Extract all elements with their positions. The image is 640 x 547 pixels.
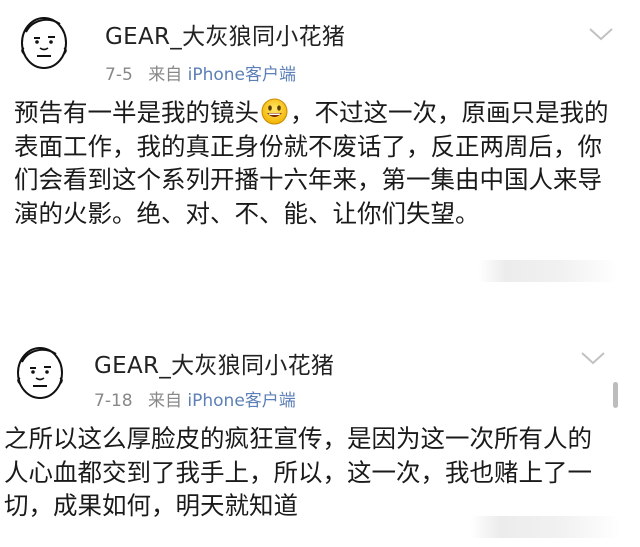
- weibo-post-2: GEAR_大灰狼同小花猪 7-18 来自 iPhone客户端 之所以这么厚脸皮的…: [0, 330, 640, 547]
- blurred-watermark: [478, 260, 618, 282]
- weibo-post-1: GEAR_大灰狼同小花猪 7-5 来自 iPhone客户端 预告有一半是我的镜头…: [0, 0, 640, 320]
- post-meta: 7-5 来自 iPhone客户端: [105, 60, 296, 85]
- post-content-part: 预告有一半是我的镜头: [14, 98, 259, 127]
- avatar[interactable]: [18, 14, 70, 70]
- source-client-link[interactable]: iPhone客户端: [188, 65, 296, 85]
- avatar[interactable]: [14, 344, 66, 400]
- post-content: 之所以这么厚脸皮的疯狂宣传，是因为这一次所有人的人心血都交到了我手上，所以，这一…: [4, 424, 592, 520]
- source-prefix: 来自: [148, 65, 183, 85]
- doodle-face-avatar-icon: [21, 17, 67, 69]
- chevron-down-icon[interactable]: [580, 350, 606, 366]
- chevron-down-icon[interactable]: [588, 26, 614, 42]
- blurred-watermark: [470, 516, 620, 538]
- scrollbar[interactable]: [613, 382, 618, 408]
- post-meta: 7-18 来自 iPhone客户端: [94, 386, 296, 411]
- post-date: 7-18: [94, 391, 133, 411]
- doodle-face-avatar-icon: [17, 347, 63, 399]
- post-content: 预告有一半是我的镜头 ，不过这一次，原画只是我的表面工作，我的真正身份就不废话了…: [14, 96, 618, 230]
- username[interactable]: GEAR_大灰狼同小花猪: [105, 17, 345, 51]
- post-date: 7-5: [105, 65, 133, 85]
- source-prefix: 来自: [148, 391, 182, 411]
- grinning-face-emoji-icon: [261, 98, 288, 125]
- username[interactable]: GEAR_大灰狼同小花猪: [94, 346, 334, 380]
- source-client-link[interactable]: iPhone客户端: [187, 391, 295, 411]
